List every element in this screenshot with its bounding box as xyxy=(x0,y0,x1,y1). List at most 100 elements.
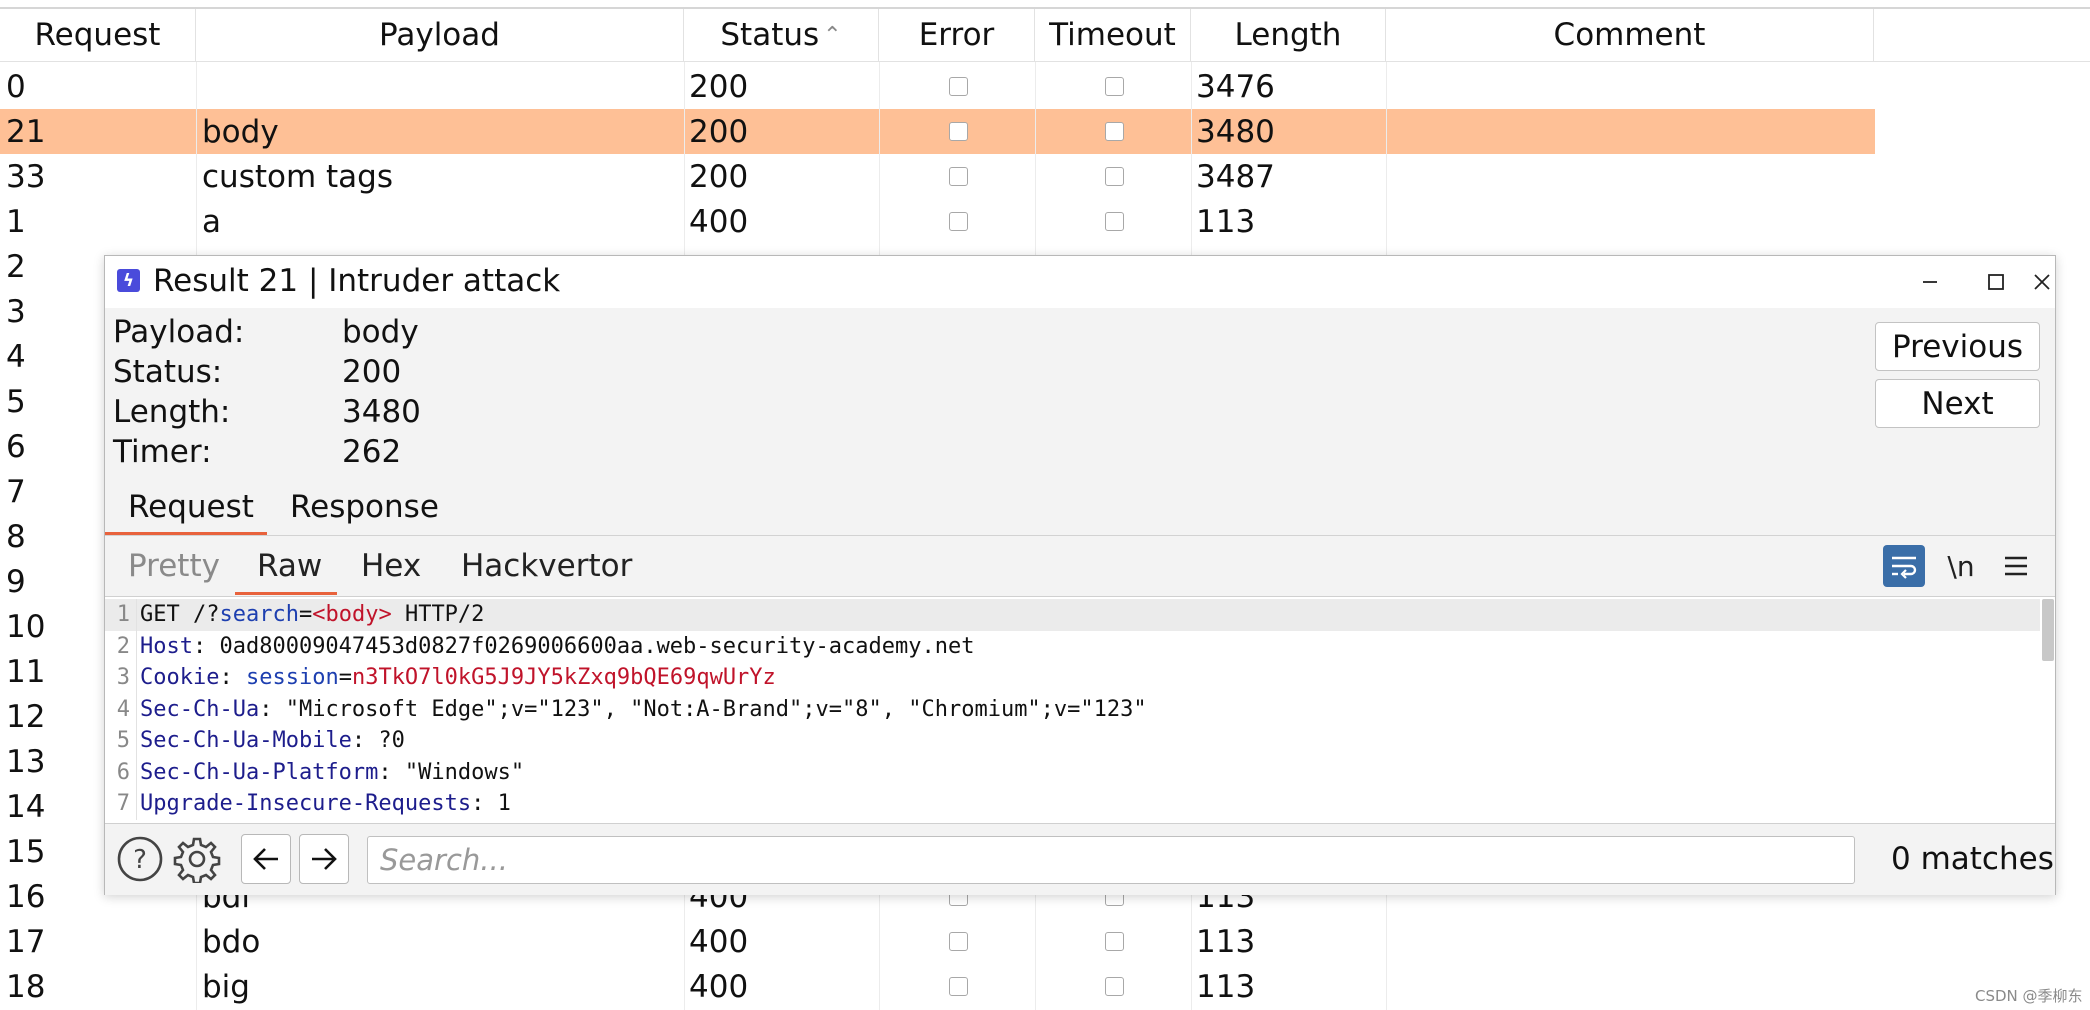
code-token: n3TkO7l0kG5J9JY5kZxq9bQE69qwUrYz xyxy=(351,665,776,691)
table-row[interactable]: 33 custom tags 200 3487 xyxy=(0,154,1875,199)
table-row[interactable]: 18 big 400 113 xyxy=(0,964,1875,1009)
column-header-payload[interactable]: Payload xyxy=(196,9,684,62)
timer-value: 262 xyxy=(342,434,402,470)
cell-status: 400 xyxy=(689,968,749,1005)
previous-button[interactable]: Previous xyxy=(1875,322,2040,371)
maximize-icon xyxy=(1988,274,2004,290)
timeout-checkbox xyxy=(1105,167,1124,186)
dialog-title: Result 21 | Intruder attack xyxy=(153,263,561,299)
error-checkbox xyxy=(949,212,968,231)
result-dialog-window: ϟ Result 21 | Intruder attack Payload: b… xyxy=(104,255,2056,895)
error-checkbox xyxy=(949,167,968,186)
search-settings-button[interactable] xyxy=(172,834,222,884)
previous-match-button[interactable] xyxy=(241,834,291,884)
table-row[interactable]: 1 a 400 113 xyxy=(0,199,1875,244)
editor-scrollbar[interactable] xyxy=(2042,599,2054,661)
code-token: : 1 xyxy=(471,791,511,817)
subtab-hex[interactable]: Hex xyxy=(361,548,421,584)
minimize-button[interactable] xyxy=(1910,262,1950,302)
code-token: : xyxy=(219,665,246,691)
subtab-pretty[interactable]: Pretty xyxy=(128,548,220,584)
raw-request-editor[interactable]: 1 GET /?search=<body> HTTP/2 2 Host: 0ad800… xyxy=(105,596,2055,824)
cell-status: 400 xyxy=(689,203,749,240)
code-token: = xyxy=(338,665,352,691)
column-header-error[interactable]: Error xyxy=(879,9,1035,62)
tab-response[interactable]: Response xyxy=(290,489,439,525)
svg-text:?: ? xyxy=(133,845,147,875)
code-token: : "Windows" xyxy=(378,759,525,785)
next-button[interactable]: Next xyxy=(1875,379,2040,428)
close-button[interactable] xyxy=(2022,262,2062,302)
show-newlines-toggle[interactable]: \n xyxy=(1940,545,1982,587)
column-header-filler xyxy=(1874,9,2090,62)
timeout-checkbox xyxy=(1105,932,1124,951)
column-header-comment[interactable]: Comment xyxy=(1386,9,1874,62)
cell-payload: bdo xyxy=(202,923,261,960)
column-header-label: Error xyxy=(918,17,995,53)
cell-status: 400 xyxy=(689,923,749,960)
cell-payload: big xyxy=(202,968,250,1005)
cell-length: 113 xyxy=(1196,203,1256,240)
column-header-status[interactable]: Status ⌃ xyxy=(684,9,879,62)
cell-request: 2 xyxy=(6,248,26,285)
search-input[interactable] xyxy=(367,836,1855,884)
line-number: 7 xyxy=(105,788,137,820)
column-header-length[interactable]: Length xyxy=(1191,9,1386,62)
gear-icon xyxy=(173,837,221,883)
code-token: : ?0 xyxy=(351,728,405,754)
cell-payload: a xyxy=(202,203,221,240)
cell-request: 21 xyxy=(6,113,46,150)
editor-menu-button[interactable] xyxy=(1995,545,2037,587)
code-token: Cookie xyxy=(140,665,220,691)
column-header-label: Status xyxy=(720,17,820,53)
code-token: Sec-Ch-Ua-Platform xyxy=(140,759,379,785)
table-row[interactable]: 0 200 3476 xyxy=(0,64,1875,109)
column-header-label: Payload xyxy=(379,17,500,53)
cell-request: 17 xyxy=(6,923,46,960)
editor-view-toolbar: Pretty Raw Hex Hackvertor \n xyxy=(105,536,2055,596)
code-token: <body> xyxy=(312,602,392,628)
table-row[interactable]: 17 bdo 400 113 xyxy=(0,919,1875,964)
cell-request: 8 xyxy=(6,518,26,555)
close-icon xyxy=(2034,274,2050,290)
status-label: Status: xyxy=(113,354,223,390)
column-header-label: Timeout xyxy=(1049,17,1176,53)
column-header-timeout[interactable]: Timeout xyxy=(1035,9,1191,62)
cell-status: 200 xyxy=(689,113,749,150)
watermark: CSDN @季柳东 xyxy=(1975,987,2083,1005)
line-number: 3 xyxy=(105,662,137,694)
error-checkbox xyxy=(949,932,968,951)
code-token: Host xyxy=(140,633,193,659)
table-top-border xyxy=(0,0,2090,9)
code-text: Host: 0ad80009047453d0827f0269006600aa.w… xyxy=(137,634,974,659)
cell-request: 3 xyxy=(6,293,26,330)
maximize-button[interactable] xyxy=(1976,262,2016,302)
code-token: session xyxy=(245,665,339,691)
code-token: search xyxy=(219,602,299,628)
column-header-request[interactable]: Request xyxy=(0,9,196,62)
minimize-icon xyxy=(1923,281,1937,283)
word-wrap-toggle[interactable] xyxy=(1883,545,1925,587)
code-text: GET /?search=<body> HTTP/2 xyxy=(137,602,484,627)
subtab-hackvertor[interactable]: Hackvertor xyxy=(461,548,632,584)
code-token: Sec-Ch-Ua xyxy=(140,696,260,722)
cell-request: 33 xyxy=(6,158,46,195)
timeout-checkbox xyxy=(1105,122,1124,141)
error-checkbox xyxy=(949,77,968,96)
code-token: : "Microsoft Edge";v="123", "Not:A-Brand… xyxy=(259,696,1147,722)
line-number: 5 xyxy=(105,725,137,757)
timeout-checkbox xyxy=(1105,77,1124,96)
timeout-checkbox xyxy=(1105,977,1124,996)
table-row[interactable]: 21 body 200 3480 xyxy=(0,109,1875,154)
next-match-button[interactable] xyxy=(299,834,349,884)
dialog-titlebar[interactable]: ϟ Result 21 | Intruder attack xyxy=(105,256,2055,308)
subtab-raw[interactable]: Raw xyxy=(257,548,322,584)
tab-request[interactable]: Request xyxy=(128,489,254,525)
column-header-label: Length xyxy=(1234,17,1342,53)
help-button[interactable]: ? xyxy=(115,834,165,884)
cell-request: 13 xyxy=(6,743,46,780)
code-token: = xyxy=(298,602,313,628)
cell-payload: custom tags xyxy=(202,158,393,195)
hamburger-menu-icon xyxy=(2005,556,2027,576)
length-label: Length: xyxy=(113,394,231,430)
